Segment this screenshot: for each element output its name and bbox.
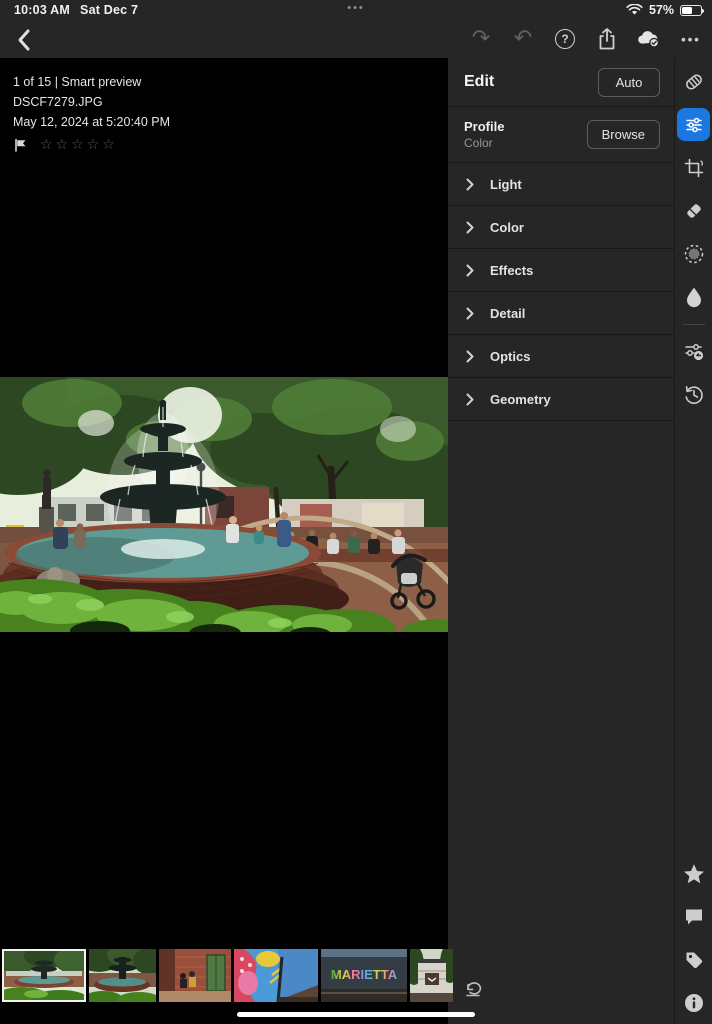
profile-row: Profile Color Browse — [448, 107, 674, 163]
photo-view[interactable] — [0, 377, 448, 632]
browse-button[interactable]: Browse — [587, 120, 660, 149]
top-bar: 10:03 AMSat Dec 7 ••• 57% ↷ ↶ — [0, 0, 712, 58]
battery-percent: 57% — [649, 3, 674, 17]
sidebar-divider — [683, 324, 705, 325]
photo-index: 1 of 15 | Smart preview — [13, 72, 170, 92]
tool-edit[interactable] — [675, 103, 712, 146]
section-effects[interactable]: Effects — [448, 249, 674, 292]
chevron-right-icon — [466, 393, 474, 406]
droplet-icon — [684, 285, 704, 309]
section-light[interactable]: Light — [448, 163, 674, 206]
reset-icon — [464, 980, 484, 997]
reset-edits-button[interactable] — [462, 978, 486, 998]
wifi-icon — [626, 4, 643, 16]
svg-text:MARIETTA: MARIETTA — [331, 967, 398, 982]
info-icon — [683, 992, 705, 1014]
profile-value: Color — [464, 135, 504, 151]
thumbnail-brick-alley[interactable] — [159, 949, 231, 1002]
lightroom-app: 10:03 AMSat Dec 7 ••• 57% ↷ ↶ — [0, 0, 712, 1024]
presets-icon — [682, 70, 706, 94]
thumbnail-mural[interactable] — [234, 949, 318, 1002]
edit-panel-header: Edit Auto — [448, 58, 674, 107]
toolbar-actions: ↷ ↶ ? ••• — [468, 24, 704, 54]
crop-icon — [683, 157, 705, 179]
tool-keywords[interactable] — [675, 938, 712, 981]
cloud-sync-button[interactable] — [636, 26, 662, 52]
tool-lens-blur[interactable] — [675, 275, 712, 318]
history-clock-icon — [682, 383, 706, 407]
redo-button[interactable]: ↷ — [468, 26, 494, 52]
pick-flag-icon[interactable] — [13, 138, 28, 152]
tool-crop[interactable] — [675, 146, 712, 189]
rating-row: ☆☆☆☆☆ — [13, 137, 170, 153]
thumbnail-marietta-train[interactable]: MARIETTA — [321, 949, 407, 1002]
star-icon — [682, 862, 706, 885]
multitask-dots-icon[interactable]: ••• — [0, 2, 712, 14]
tool-masking[interactable] — [675, 232, 712, 275]
back-button[interactable] — [10, 26, 38, 54]
tool-comments[interactable] — [675, 895, 712, 938]
tool-sidebar — [674, 58, 712, 1024]
status-indicators: 57% — [626, 3, 702, 17]
undo-button[interactable]: ↶ — [510, 26, 536, 52]
edit-sliders-icon — [684, 115, 704, 135]
section-optics[interactable]: Optics — [448, 335, 674, 378]
thumbnail-depot-building[interactable] — [410, 949, 453, 1002]
more-menu-button[interactable]: ••• — [678, 26, 704, 52]
more-icon: ••• — [681, 32, 701, 47]
help-button[interactable]: ? — [552, 26, 578, 52]
paste-settings-icon — [682, 340, 706, 364]
edit-panel: Edit Auto Profile Color Browse Light Col… — [448, 58, 674, 1024]
fountain-photo — [0, 377, 448, 632]
panel-title: Edit — [464, 73, 494, 91]
toolbar: ↷ ↶ ? ••• — [0, 20, 712, 58]
tool-presets[interactable] — [675, 60, 712, 103]
chevron-right-icon — [466, 221, 474, 234]
tool-paste-edits[interactable] — [675, 330, 712, 373]
comment-icon — [683, 906, 705, 927]
photo-info-overlay: 1 of 15 | Smart preview DSCF7279.JPG May… — [13, 72, 170, 153]
star-rating[interactable]: ☆☆☆☆☆ — [40, 135, 118, 155]
section-detail[interactable]: Detail — [448, 292, 674, 335]
tag-icon — [683, 949, 705, 971]
tool-healing[interactable] — [675, 189, 712, 232]
chevron-right-icon — [466, 307, 474, 320]
chevron-left-icon — [16, 28, 32, 52]
status-bar: 10:03 AMSat Dec 7 ••• 57% — [0, 0, 712, 20]
profile-label: Profile — [464, 118, 504, 135]
filmstrip: MARIETTA — [2, 949, 453, 1002]
healing-brush-icon — [683, 200, 705, 222]
chevron-right-icon — [466, 264, 474, 277]
share-button[interactable] — [594, 26, 620, 52]
photo-capture-date: May 12, 2024 at 5:20:40 PM — [13, 112, 170, 132]
battery-icon — [680, 5, 702, 16]
auto-button[interactable]: Auto — [598, 68, 660, 97]
masking-icon — [682, 242, 706, 266]
cloud-synced-icon — [636, 28, 662, 50]
undo-icon: ↶ — [514, 28, 532, 50]
tool-info[interactable] — [675, 981, 712, 1024]
chevron-right-icon — [466, 350, 474, 363]
tool-versions[interactable] — [675, 373, 712, 416]
share-icon — [596, 27, 618, 51]
edit-active-chip — [677, 108, 710, 141]
thumbnail-fountain-close[interactable] — [89, 949, 156, 1002]
tool-rate-review[interactable] — [675, 852, 712, 895]
chevron-right-icon — [466, 178, 474, 191]
thumbnail-fountain-wide[interactable] — [2, 949, 86, 1002]
redo-icon: ↷ — [472, 28, 490, 50]
section-color[interactable]: Color — [448, 206, 674, 249]
help-icon: ? — [555, 29, 575, 49]
home-indicator[interactable] — [237, 1012, 475, 1017]
photo-filename: DSCF7279.JPG — [13, 92, 170, 112]
section-geometry[interactable]: Geometry — [448, 378, 674, 421]
